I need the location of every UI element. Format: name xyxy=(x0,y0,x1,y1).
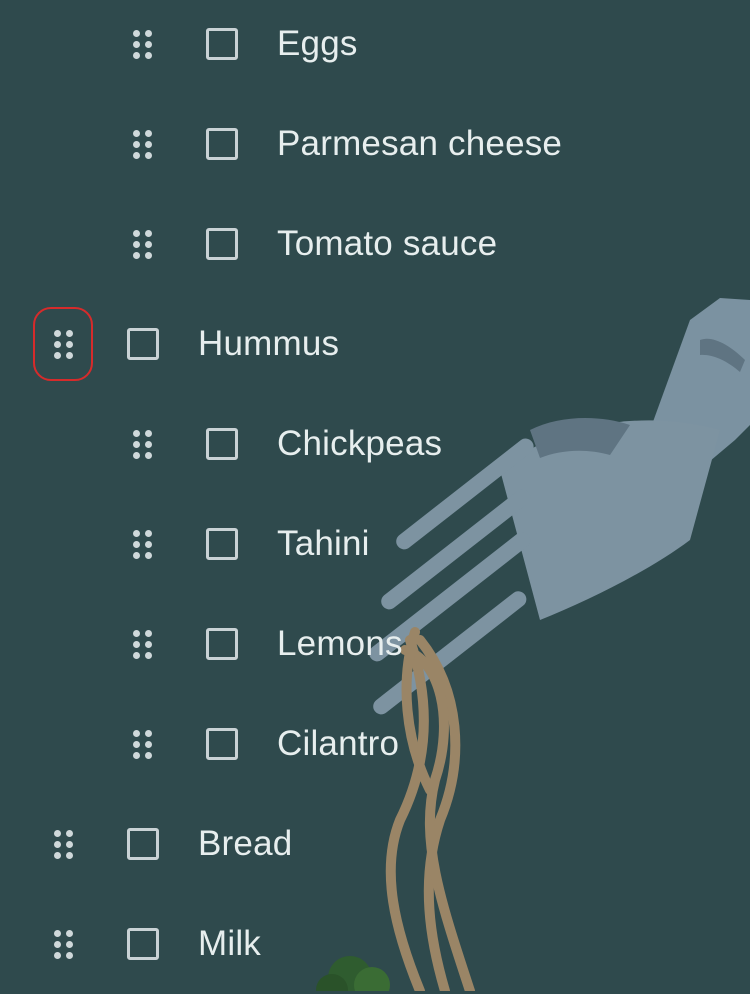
list-item[interactable]: Parmesan cheese xyxy=(0,94,750,194)
drag-handle-icon[interactable] xyxy=(129,24,155,64)
item-label: Lemons xyxy=(277,624,403,663)
item-checkbox[interactable] xyxy=(206,728,238,760)
item-label: Tahini xyxy=(277,524,370,563)
drag-handle-icon[interactable] xyxy=(50,924,76,964)
item-label: Milk xyxy=(198,924,262,963)
drag-handle-icon[interactable] xyxy=(33,307,93,381)
item-label: Chickpeas xyxy=(277,424,443,463)
drag-handle-icon[interactable] xyxy=(129,724,155,764)
item-checkbox[interactable] xyxy=(206,28,238,60)
grip-dots-icon xyxy=(53,929,73,959)
grip-dots-icon xyxy=(132,229,152,259)
list-item[interactable]: Lemons xyxy=(0,594,750,694)
item-checkbox[interactable] xyxy=(127,328,159,360)
item-checkbox[interactable] xyxy=(206,128,238,160)
grip-dots-icon xyxy=(132,129,152,159)
list-item[interactable]: Chickpeas xyxy=(0,394,750,494)
list-item[interactable]: Milk xyxy=(0,894,750,994)
item-checkbox[interactable] xyxy=(206,228,238,260)
grip-dots-icon xyxy=(132,29,152,59)
item-checkbox[interactable] xyxy=(127,828,159,860)
item-label: Eggs xyxy=(277,24,358,63)
grip-dots-icon xyxy=(132,729,152,759)
item-checkbox[interactable] xyxy=(206,428,238,460)
list-item[interactable]: Hummus xyxy=(0,294,750,394)
item-checkbox[interactable] xyxy=(206,528,238,560)
drag-handle-icon[interactable] xyxy=(129,224,155,264)
list-item[interactable]: Eggs xyxy=(0,0,750,94)
list-item[interactable]: Tahini xyxy=(0,494,750,594)
drag-handle-icon[interactable] xyxy=(50,824,76,864)
grip-dots-icon xyxy=(132,429,152,459)
item-label: Hummus xyxy=(198,324,340,363)
drag-handle-icon[interactable] xyxy=(129,124,155,164)
item-label: Parmesan cheese xyxy=(277,124,563,163)
item-label: Tomato sauce xyxy=(277,224,498,263)
item-checkbox[interactable] xyxy=(206,628,238,660)
drag-handle-icon[interactable] xyxy=(129,424,155,464)
grip-dots-icon xyxy=(53,829,73,859)
grip-dots-icon xyxy=(132,629,152,659)
list-item[interactable]: Tomato sauce xyxy=(0,194,750,294)
grip-dots-icon xyxy=(132,529,152,559)
drag-handle-icon[interactable] xyxy=(129,624,155,664)
drag-handle-icon[interactable] xyxy=(129,524,155,564)
list-item[interactable]: Bread xyxy=(0,794,750,894)
grip-dots-icon xyxy=(53,329,73,359)
list-item[interactable]: Cilantro xyxy=(0,694,750,794)
item-label: Cilantro xyxy=(277,724,400,763)
item-checkbox[interactable] xyxy=(127,928,159,960)
checklist: Eggs Parmesan cheese Tomato sauce Hummus Chi… xyxy=(0,0,750,994)
item-label: Bread xyxy=(198,824,293,863)
